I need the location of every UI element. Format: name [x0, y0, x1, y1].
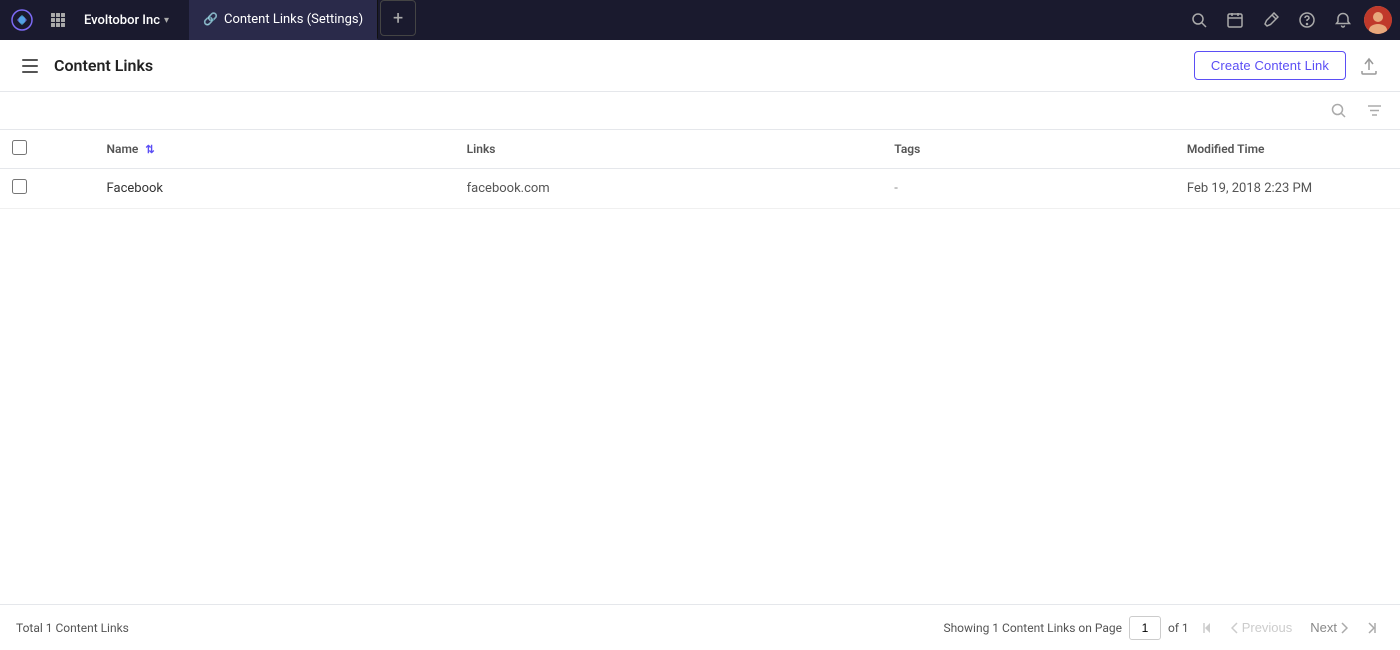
edit-nav-icon[interactable]: [1256, 5, 1286, 35]
last-page-button[interactable]: [1360, 616, 1384, 640]
create-content-link-button[interactable]: Create Content Link: [1194, 51, 1346, 80]
pagination: Showing 1 Content Links on Page of 1 Pre…: [943, 616, 1384, 640]
app-logo: [8, 6, 36, 34]
select-all-checkbox[interactable]: [12, 140, 27, 155]
total-label: Total 1 Content Links: [16, 621, 943, 635]
row-checkbox-cell: [0, 169, 45, 209]
tab-content-links[interactable]: 🔗 Content Links (Settings): [189, 0, 378, 40]
row-links: facebook.com: [455, 169, 883, 209]
nav-right-icons: [1184, 5, 1392, 35]
page-title: Content Links: [54, 56, 1194, 75]
select-all-col: [0, 130, 45, 169]
filter-toolbar-icon[interactable]: [1360, 97, 1388, 125]
row-checkbox[interactable]: [12, 179, 27, 194]
page-input[interactable]: [1129, 616, 1161, 640]
name-column-header: Name ⇅: [95, 130, 455, 169]
links-column-header: Links: [455, 130, 883, 169]
row-modified-time: Feb 19, 2018 2:23 PM: [1175, 169, 1400, 209]
help-nav-icon[interactable]: [1292, 5, 1322, 35]
previous-page-button[interactable]: Previous: [1225, 618, 1299, 637]
dots-col: [45, 130, 95, 169]
tab-link-icon: 🔗: [203, 12, 218, 26]
nav-tabs: 🔗 Content Links (Settings) +: [189, 0, 1180, 40]
org-name-button[interactable]: Evoltobor Inc ▾: [76, 9, 177, 32]
calendar-nav-icon[interactable]: [1220, 5, 1250, 35]
table-row: ⋮ Facebook facebook.com - Feb 19, 2018 2…: [0, 169, 1400, 209]
plus-icon: +: [393, 8, 403, 29]
top-nav: Evoltobor Inc ▾ 🔗 Content Links (Setting…: [0, 0, 1400, 40]
search-toolbar-icon[interactable]: [1324, 97, 1352, 125]
showing-label: Showing 1 Content Links on Page of 1: [943, 616, 1188, 640]
toolbar-row: [0, 92, 1400, 130]
menu-toggle-button[interactable]: [16, 52, 44, 80]
search-nav-icon[interactable]: [1184, 5, 1214, 35]
org-name-label: Evoltobor Inc: [84, 13, 160, 28]
sort-icon[interactable]: ⇅: [145, 143, 154, 156]
user-avatar[interactable]: [1364, 6, 1392, 34]
grid-icon[interactable]: [44, 6, 72, 34]
modified-time-column-header: Modified Time: [1175, 130, 1400, 169]
tab-label: Content Links (Settings): [224, 12, 363, 27]
export-button[interactable]: [1354, 51, 1384, 81]
first-page-button[interactable]: [1195, 616, 1219, 640]
row-dots-cell: ⋮: [45, 169, 95, 209]
footer: Total 1 Content Links Showing 1 Content …: [0, 604, 1400, 650]
tags-column-header: Tags: [882, 130, 1175, 169]
bell-nav-icon[interactable]: [1328, 5, 1358, 35]
row-tags: -: [882, 169, 1175, 209]
sub-header: Content Links Create Content Link: [0, 40, 1400, 92]
next-page-button[interactable]: Next: [1304, 618, 1354, 637]
chevron-down-icon: ▾: [164, 15, 169, 26]
content-links-table: Name ⇅ Links Tags Modified Time ⋮ Facebo…: [0, 130, 1400, 604]
add-tab-button[interactable]: +: [380, 0, 416, 36]
row-name: Facebook: [95, 169, 455, 209]
